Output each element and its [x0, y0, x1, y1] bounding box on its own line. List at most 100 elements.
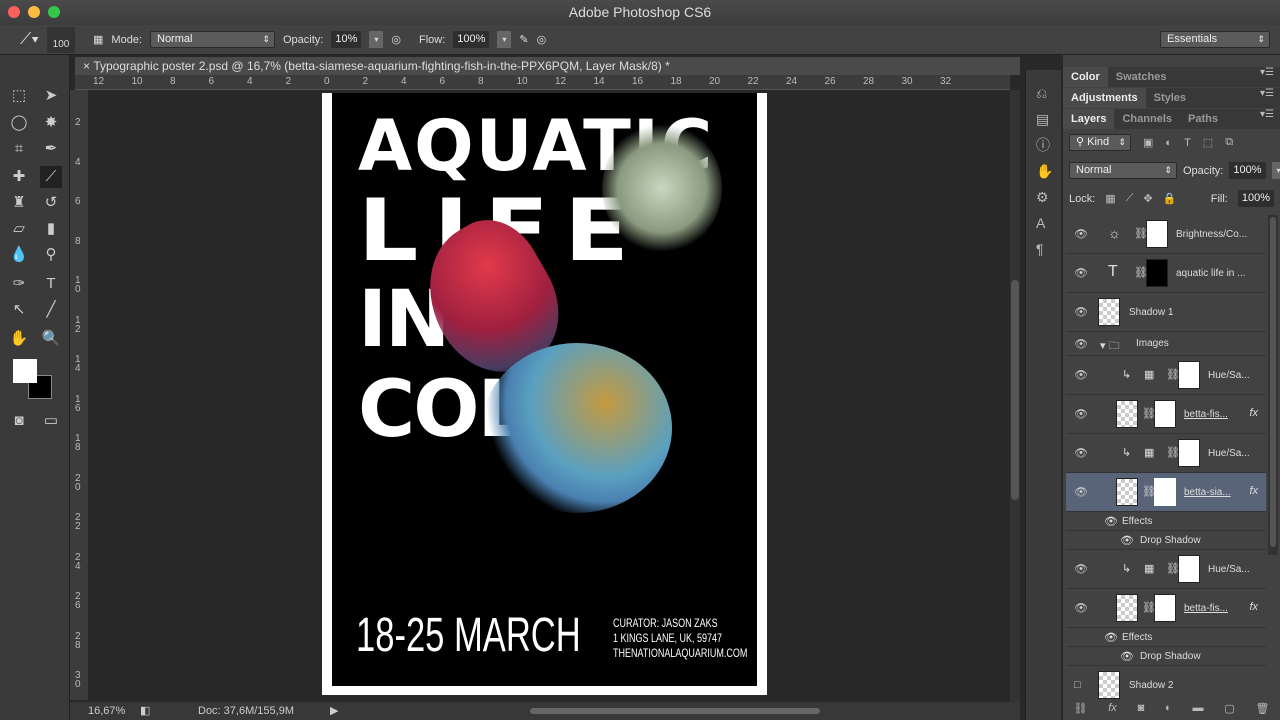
effect-eye-icon[interactable]: 👁	[1120, 650, 1134, 663]
history-panel-icon[interactable]: ⎌	[1036, 80, 1051, 106]
eye-icon[interactable]: 👁	[1074, 267, 1088, 280]
fill-input[interactable]: 100%	[1237, 190, 1274, 207]
opacity-dropdown[interactable]: ▾	[369, 31, 384, 48]
eye-icon[interactable]: 👁	[1074, 602, 1088, 615]
panel-menu-icon[interactable]: ▾☰	[1260, 88, 1274, 99]
gradient-icon[interactable]: ▮	[40, 218, 62, 240]
tool-presets-icon[interactable]: ⚙	[1036, 184, 1051, 210]
opacity-input[interactable]: 10%	[331, 31, 362, 48]
layer-row[interactable]: 👁 ⛓ fx betta-fis...	[1066, 395, 1266, 434]
eye-icon[interactable]: 👁	[1074, 337, 1088, 350]
healing-brush-icon[interactable]: ✚	[8, 166, 30, 188]
layer-filter-kind-select[interactable]: ⚲ Kind	[1069, 134, 1131, 151]
layer-row[interactable]: 👁 Effects	[1066, 628, 1266, 647]
path-selection-icon[interactable]: ↖	[8, 299, 30, 321]
new-adjustment-icon[interactable]: ◐	[1165, 702, 1172, 720]
lock-image-icon[interactable]: ⟋	[1126, 192, 1134, 205]
close-window-button[interactable]	[8, 6, 20, 18]
pressure-size-icon[interactable]: ◎	[537, 33, 547, 46]
layer-row[interactable]: 👁 Shadow 1	[1066, 293, 1266, 332]
new-group-icon[interactable]: ▬	[1193, 702, 1204, 720]
layer-row[interactable]: 👁 ☼ ⛓ Brightness/Co...	[1066, 215, 1266, 254]
crop-tool-icon[interactable]: ⌗	[8, 138, 30, 160]
eye-icon[interactable]: 👁	[1074, 369, 1088, 382]
visibility-off-icon[interactable]: □	[1074, 679, 1081, 691]
effects-eye-icon[interactable]: 👁	[1104, 515, 1118, 528]
flow-input[interactable]: 100%	[453, 31, 490, 48]
lock-position-icon[interactable]: ✥	[1143, 192, 1152, 205]
layer-row[interactable]: 👁 ↳ ▦ ⛓ Hue/Sa...	[1066, 356, 1266, 395]
tab-paths[interactable]: Paths	[1180, 109, 1226, 129]
layer-row[interactable]: 👁 ↳ ▦ ⛓ Hue/Sa...	[1066, 434, 1266, 473]
workspace-select[interactable]: Essentials	[1160, 31, 1270, 48]
layer-row[interactable]: 👁 ⛓ fx betta-sia...	[1066, 473, 1266, 512]
history-brush-icon[interactable]: ↺	[40, 192, 62, 214]
poster-canvas[interactable]: AQUATIC LIFE IN COLOR 18-25 MARCH CURATO…	[322, 93, 767, 695]
magic-wand-icon[interactable]: ✸	[40, 112, 62, 134]
pressure-opacity-icon[interactable]: ◎	[391, 33, 401, 46]
eye-icon[interactable]: 👁	[1074, 408, 1088, 421]
filter-smart-object-icon[interactable]: ⧉	[1225, 136, 1233, 149]
fx-icon[interactable]: fx	[1249, 601, 1258, 613]
panel-menu-icon[interactable]: ▾☰	[1260, 67, 1274, 78]
eye-icon[interactable]: 👁	[1074, 563, 1088, 576]
marquee-tool-icon[interactable]: ⬚	[8, 85, 30, 107]
layer-row[interactable]: □ Shadow 2	[1066, 666, 1266, 700]
move-tool-icon[interactable]: ➤	[40, 85, 62, 107]
tab-styles[interactable]: Styles	[1146, 88, 1194, 108]
new-layer-icon[interactable]: ▢	[1224, 702, 1234, 720]
layer-opacity-input[interactable]: 100%	[1229, 162, 1266, 179]
eye-icon[interactable]: 👁	[1074, 306, 1088, 319]
add-mask-icon[interactable]: ◙	[1138, 702, 1145, 720]
mode-select[interactable]: Normal	[150, 31, 275, 48]
effect-eye-icon[interactable]: 👁	[1120, 534, 1134, 547]
canvas-horizontal-scrollbar[interactable]	[530, 708, 820, 714]
pen-tool-icon[interactable]: ✑	[8, 273, 30, 295]
layer-style-fx-icon[interactable]: fx	[1108, 702, 1117, 720]
layer-row[interactable]: 👁 T ⛓ aquatic life in ...	[1066, 254, 1266, 293]
lasso-tool-icon[interactable]: ◯	[8, 112, 30, 134]
layer-row[interactable]: 👁 Drop Shadow	[1066, 531, 1266, 550]
layer-row[interactable]: 👁 ↳ ▦ ⛓ Hue/Sa...	[1066, 550, 1266, 589]
tab-channels[interactable]: Channels	[1114, 109, 1180, 129]
zoom-level[interactable]: 16,67%	[88, 702, 125, 720]
filter-type-icon[interactable]: T	[1184, 137, 1191, 149]
layer-row[interactable]: 👁 Effects	[1066, 512, 1266, 531]
tab-layers[interactable]: Layers	[1063, 109, 1115, 129]
delete-layer-icon[interactable]: 🗑	[1256, 702, 1270, 720]
brush-presets-icon[interactable]: ✋	[1036, 158, 1053, 184]
screen-mode-icon[interactable]: ▭	[40, 410, 62, 432]
filter-pixel-icon[interactable]: ▣	[1143, 136, 1153, 149]
foreground-color-swatch[interactable]	[13, 359, 37, 383]
line-tool-icon[interactable]: ╱	[40, 299, 62, 321]
lock-all-icon[interactable]: 🔒	[1163, 192, 1177, 205]
status-menu-arrow-icon[interactable]: ▶	[330, 702, 338, 720]
fx-icon[interactable]: fx	[1249, 407, 1258, 419]
layer-row[interactable]: 👁 ▾ 🗀 Images	[1066, 332, 1266, 356]
flow-dropdown[interactable]: ▾	[497, 31, 512, 48]
document-tab[interactable]: × Typographic poster 2.psd @ 16,7% (bett…	[75, 57, 1020, 75]
tab-swatches[interactable]: Swatches	[1108, 67, 1175, 87]
airbrush-icon[interactable]: ✎	[519, 33, 528, 46]
zoom-window-button[interactable]	[48, 6, 60, 18]
brush-preset-picker[interactable]: 100	[47, 26, 76, 53]
lock-transparent-icon[interactable]: ▦	[1105, 192, 1115, 205]
dodge-icon[interactable]: ⚲	[40, 244, 62, 266]
canvas-vertical-scrollbar[interactable]	[1010, 90, 1020, 702]
clone-stamp-icon[interactable]: ♜	[8, 192, 30, 214]
filter-adjustment-icon[interactable]: ◐	[1165, 137, 1172, 149]
minimize-window-button[interactable]	[28, 6, 40, 18]
eye-icon[interactable]: 👁	[1074, 486, 1088, 499]
brush-tool-icon[interactable]: ⟋▾	[20, 31, 39, 49]
eyedropper-icon[interactable]: ✒	[40, 138, 62, 160]
filter-shape-icon[interactable]: ⬚	[1203, 136, 1213, 149]
info-panel-icon[interactable]: ⓘ	[1036, 132, 1051, 158]
character-panel-icon[interactable]: A	[1036, 210, 1051, 236]
tab-color[interactable]: Color	[1063, 67, 1108, 87]
blur-icon[interactable]: 💧	[8, 244, 30, 266]
layers-scrollbar[interactable]	[1268, 215, 1278, 555]
effects-eye-icon[interactable]: 👁	[1104, 631, 1118, 644]
properties-panel-icon[interactable]: ▤	[1036, 106, 1051, 132]
fx-icon[interactable]: fx	[1249, 485, 1258, 497]
eye-icon[interactable]: 👁	[1074, 447, 1088, 460]
